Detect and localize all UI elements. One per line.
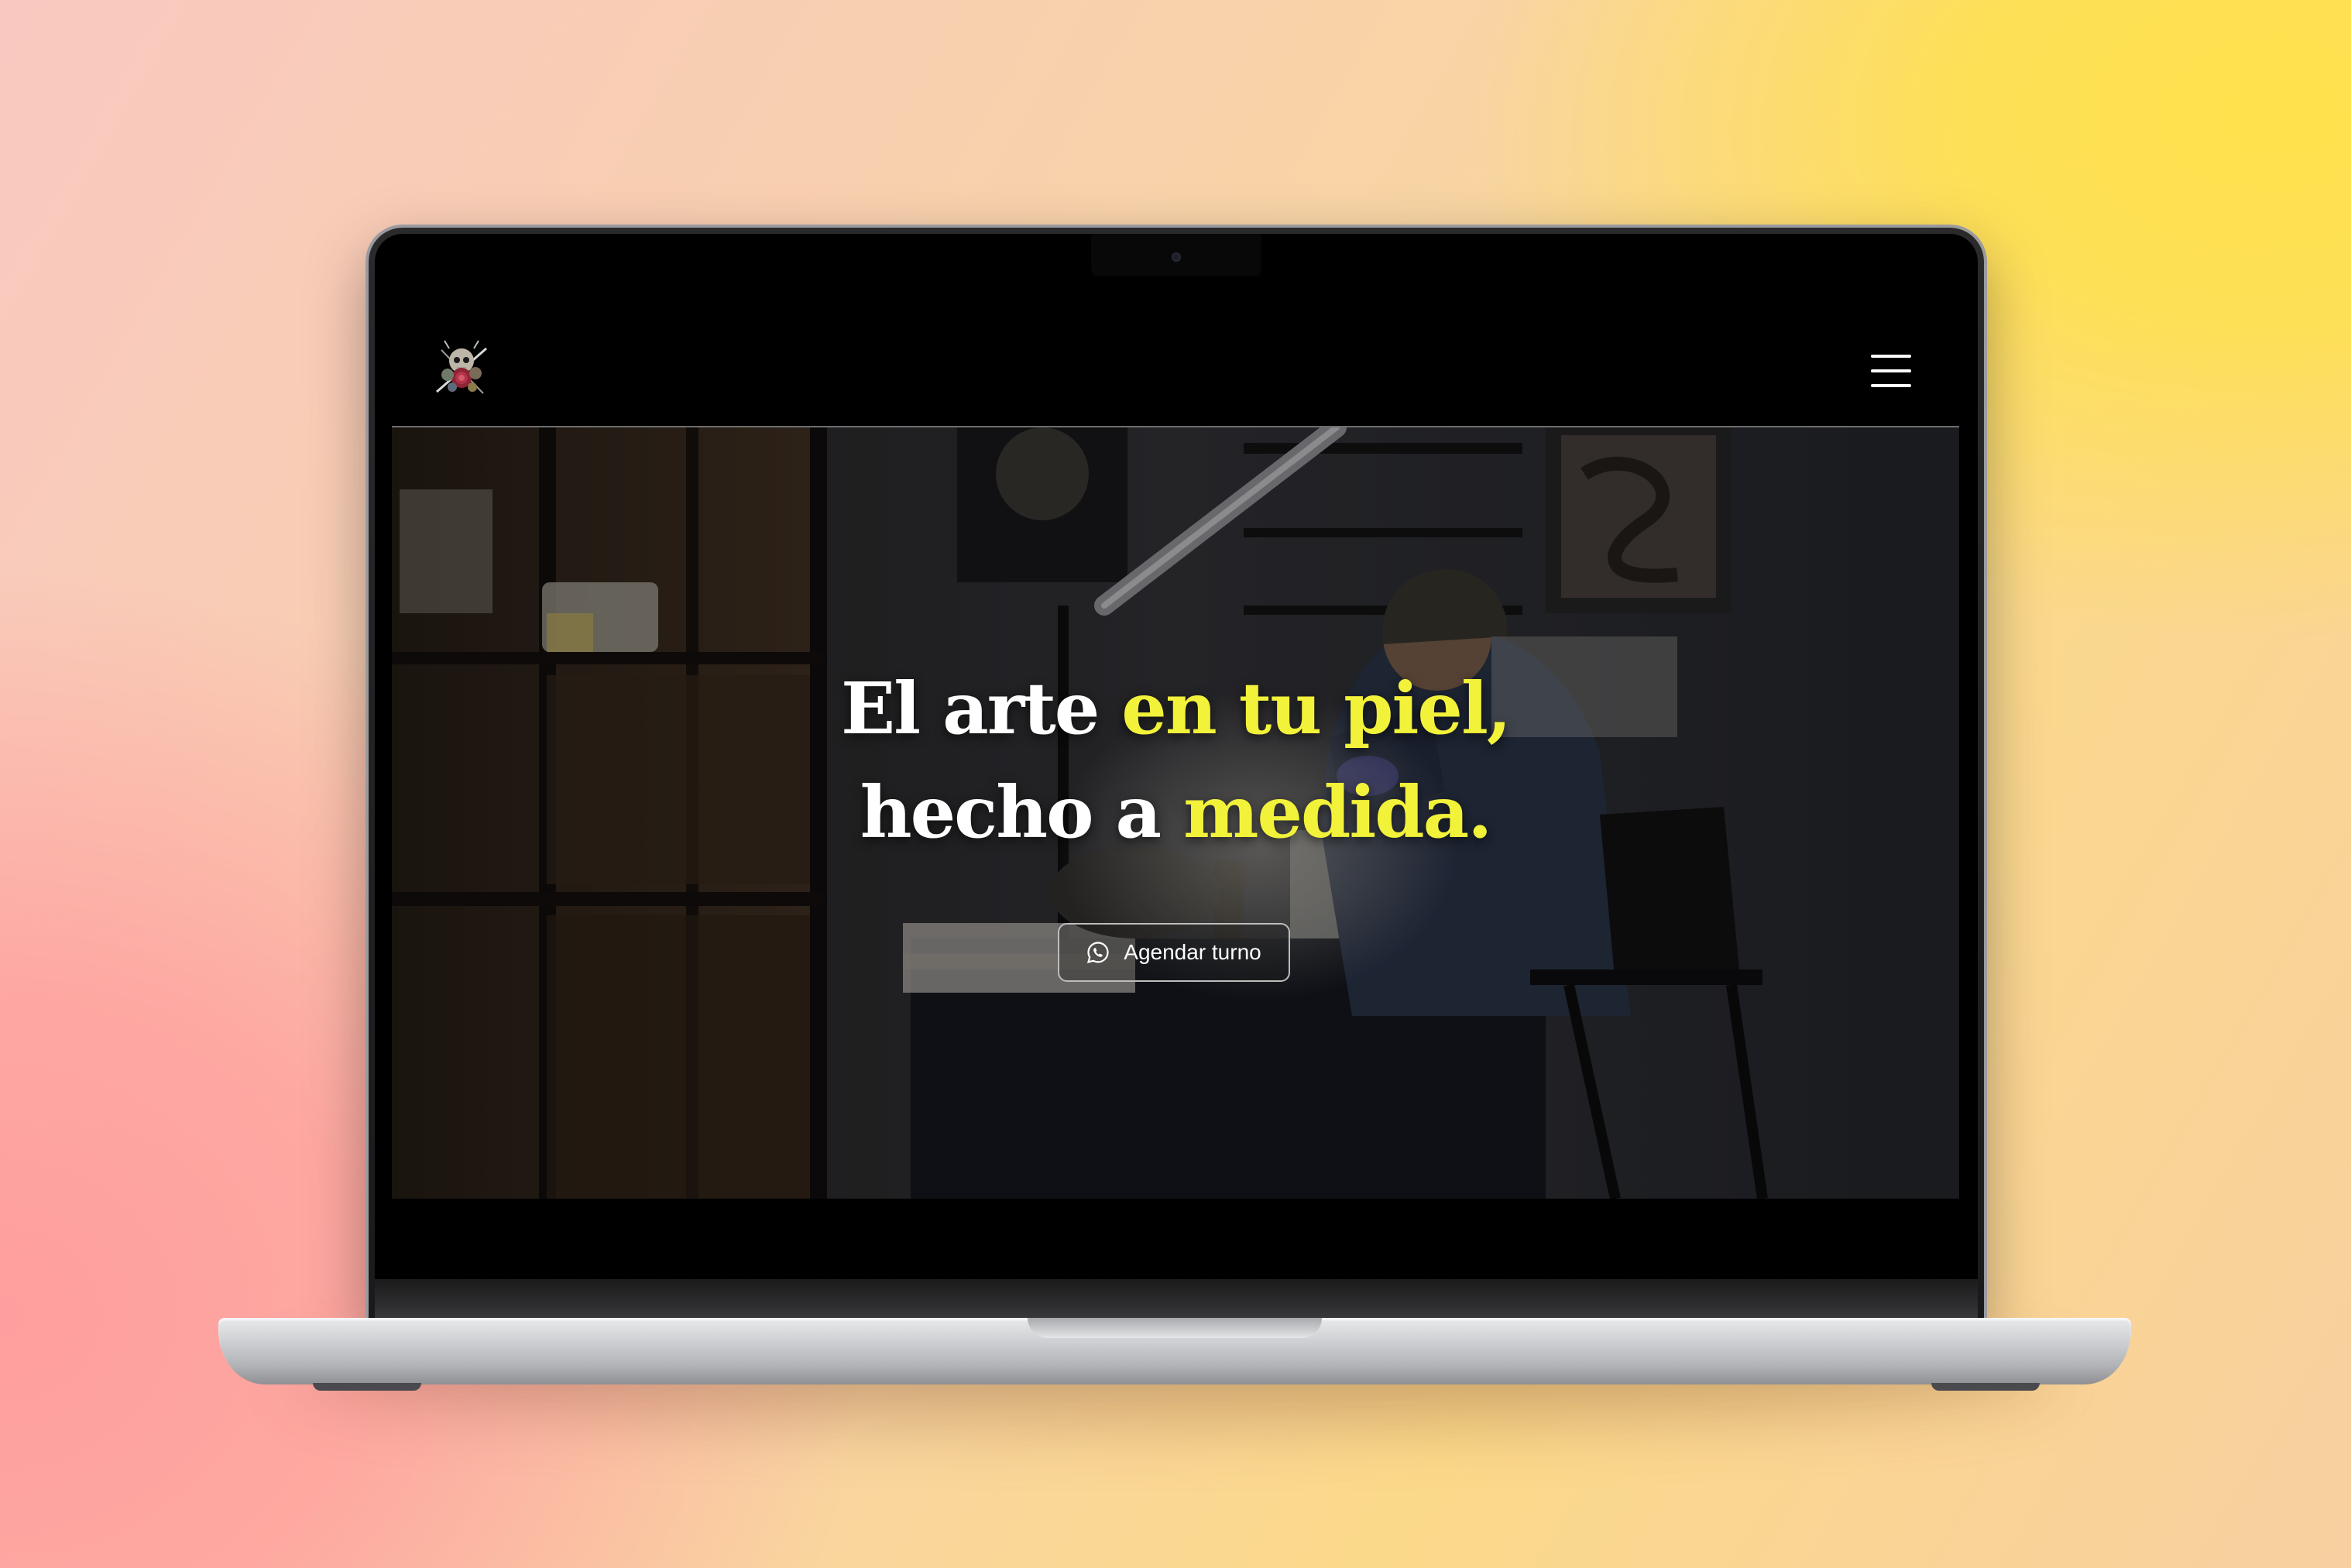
laptop-foot-left	[313, 1383, 421, 1391]
menu-bar-top	[1871, 355, 1911, 358]
hero-title-word-highlight: medida.	[1183, 770, 1492, 854]
hero-title-line-1: El arte en tu piel,	[841, 667, 1512, 750]
hero-title: El arte en tu piel, hecho a medida.	[392, 657, 1959, 864]
schedule-appointment-button[interactable]: Agendar turno	[1058, 923, 1290, 982]
menu-bar-middle	[1871, 369, 1911, 372]
hero-title-word-plain: El arte	[841, 667, 1122, 750]
camera-icon	[1172, 252, 1181, 262]
schedule-appointment-label: Agendar turno	[1124, 940, 1261, 964]
whatsapp-icon	[1086, 941, 1110, 964]
website-screen: El arte en tu piel, hecho a medida. Agen…	[392, 276, 1959, 1261]
site-header	[392, 276, 1959, 427]
hero-title-word-highlight: piel,	[1344, 667, 1512, 750]
laptop-hinge	[375, 1279, 1978, 1319]
hero-section: El arte en tu piel, hecho a medida. Agen…	[392, 427, 1959, 1199]
skull-flower-logo-icon[interactable]	[426, 335, 497, 406]
laptop-foot-right	[1931, 1383, 2040, 1391]
laptop-base	[218, 1318, 2131, 1384]
hamburger-menu-icon[interactable]	[1871, 355, 1911, 387]
menu-bar-bottom	[1871, 384, 1911, 387]
hero-title-word-plain: hecho a	[860, 770, 1184, 854]
hero-title-line-2: hecho a medida.	[860, 770, 1493, 854]
page-bottom-area	[392, 1199, 1959, 1261]
hero-title-word-highlight: en tu	[1121, 667, 1344, 750]
lid-opening-notch	[1028, 1318, 1322, 1338]
